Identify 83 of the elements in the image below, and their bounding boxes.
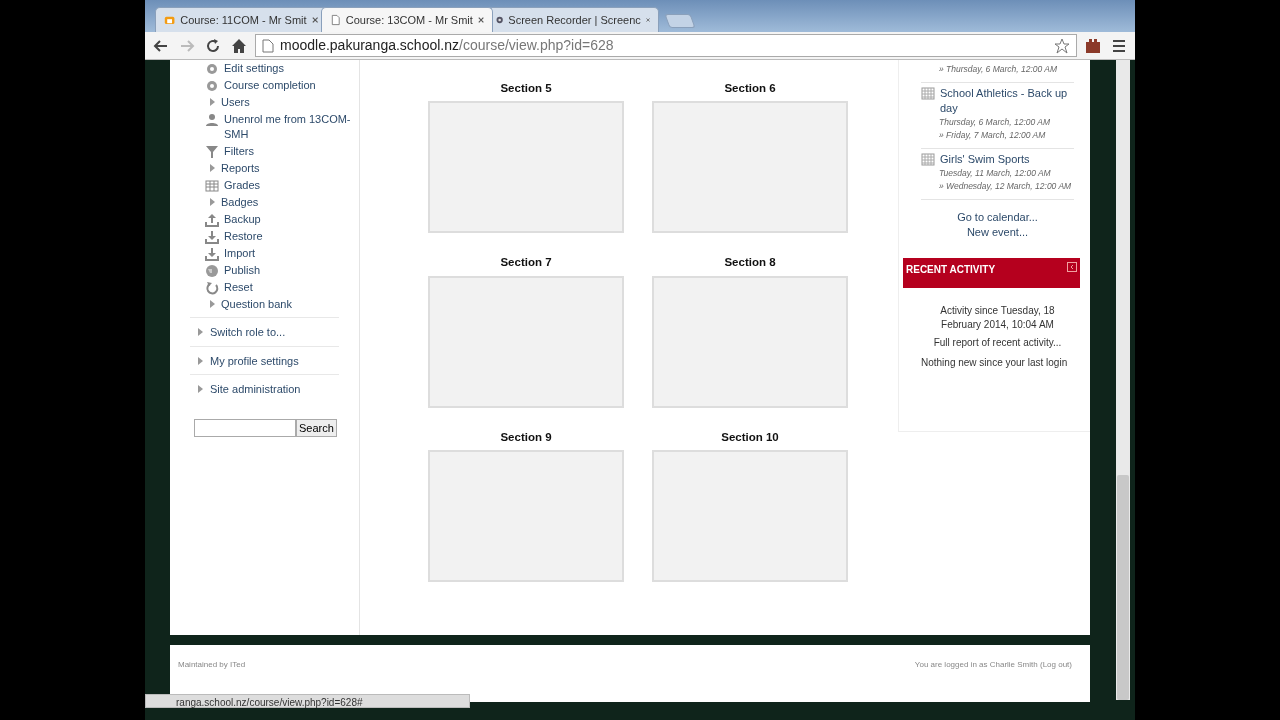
section-tile[interactable] xyxy=(652,275,848,408)
new-tab-button[interactable] xyxy=(664,14,696,28)
grid-icon xyxy=(205,179,219,193)
section-title: Section 8 xyxy=(724,255,776,271)
star-icon[interactable] xyxy=(1054,37,1070,54)
menu-link[interactable]: Reports xyxy=(221,161,260,176)
close-icon[interactable] xyxy=(311,16,318,24)
section-title: Section 7 xyxy=(500,255,552,271)
section-title: Section 5 xyxy=(500,81,552,96)
caret-icon xyxy=(196,383,204,396)
event-link[interactable]: School Athletics - Back up day xyxy=(940,86,1074,116)
address-bar[interactable]: moodle.pakuranga.school.nz/course/view.php?id=628 xyxy=(255,34,1077,57)
collapse-icon[interactable] xyxy=(1067,262,1077,272)
calendar-link[interactable]: Go to calendar... xyxy=(957,211,1038,223)
download-icon xyxy=(205,247,219,261)
caret-icon xyxy=(208,96,216,108)
menu-link[interactable]: Badges xyxy=(221,195,259,210)
status-url: ranga.school.nz/course/view.php?id=628# xyxy=(145,694,470,708)
download-icon xyxy=(205,230,219,244)
menu-link[interactable]: Restore xyxy=(224,229,263,244)
event-date: » Friday, 7 March, 12:00 AM xyxy=(938,129,1047,142)
event-link[interactable]: Girls' Swim Sports xyxy=(940,152,1030,167)
logout-link[interactable]: (Log out) xyxy=(1039,660,1072,669)
section-title: Section 9 xyxy=(500,429,552,445)
menu-link[interactable]: Course completion xyxy=(224,78,316,93)
section-tile[interactable] xyxy=(428,275,624,408)
section-title: Section 10 xyxy=(721,429,779,445)
search-field[interactable] xyxy=(194,418,296,437)
menu-link[interactable]: Filters xyxy=(224,144,254,159)
section-tile[interactable] xyxy=(428,449,624,582)
event-date: » Thursday, 6 March, 12:00 AM xyxy=(938,63,1059,76)
menu-link[interactable]: Import xyxy=(224,246,256,261)
caret-icon xyxy=(196,354,204,367)
globe-icon xyxy=(205,264,219,278)
menu-link[interactable]: Site administration xyxy=(210,381,301,398)
caret-icon xyxy=(208,162,216,174)
caret-icon xyxy=(208,298,216,310)
menu-link[interactable]: Switch role to... xyxy=(210,324,286,341)
menu-link[interactable]: Reset xyxy=(224,280,253,295)
search-button[interactable]: Search xyxy=(296,418,337,437)
caret-icon xyxy=(196,326,204,339)
extension-icon[interactable] xyxy=(1085,37,1101,54)
menu-link[interactable]: Users xyxy=(221,95,250,110)
menu-link[interactable]: Edit settings xyxy=(224,61,284,76)
scrollbar-thumb[interactable] xyxy=(1117,475,1129,700)
calendar-icon xyxy=(921,153,935,166)
menu-link[interactable]: Grades xyxy=(224,178,261,193)
person-icon xyxy=(205,113,219,127)
section-title: Section 6 xyxy=(724,81,776,96)
menu-link[interactable]: Question bank xyxy=(221,297,292,312)
menu-link[interactable]: Unenrol me from 13COM-SMH xyxy=(224,112,359,142)
section-tile[interactable] xyxy=(428,101,624,234)
menu-link[interactable]: Publish xyxy=(224,263,261,278)
full-report-link[interactable]: Full report of recent activity... xyxy=(933,337,1062,348)
caret-icon xyxy=(208,196,216,208)
section-tile[interactable] xyxy=(652,449,848,582)
page-icon xyxy=(330,13,341,27)
login-info: You are logged in as Charlie Smith (Log out) xyxy=(914,659,1072,671)
section-tile[interactable] xyxy=(652,101,848,234)
menu-link[interactable]: My profile settings xyxy=(210,352,299,369)
calendar-link[interactable]: New event... xyxy=(966,226,1029,238)
menu-link[interactable]: Backup xyxy=(224,212,261,227)
browser-tab[interactable]: Course: 13COM - Mr Smit xyxy=(321,7,493,32)
block-title: RECENT ACTIVITY xyxy=(906,263,996,277)
reset-icon xyxy=(205,281,219,295)
menu-icon[interactable] xyxy=(1111,37,1127,54)
close-icon[interactable] xyxy=(477,16,484,24)
activity-since: Activity since Tuesday, 18 February 2014, 10:04 AM xyxy=(939,304,1056,332)
reload-icon[interactable] xyxy=(205,37,221,54)
page-icon xyxy=(262,38,274,53)
home-icon[interactable] xyxy=(231,37,247,54)
filter-icon xyxy=(205,145,219,159)
back-icon[interactable] xyxy=(153,37,169,54)
close-icon[interactable] xyxy=(645,16,650,24)
forward-icon[interactable] xyxy=(179,37,195,54)
maintainer-text: Maintained by ITed xyxy=(178,659,246,671)
event-date: Thursday, 6 March, 12:00 AM xyxy=(938,116,1052,129)
upload-icon xyxy=(205,213,219,227)
gear-icon xyxy=(205,79,219,93)
calendar-icon xyxy=(921,87,935,100)
event-date: » Wednesday, 12 March, 12:00 AM xyxy=(938,180,1073,193)
event-date: Tuesday, 11 March, 12:00 AM xyxy=(938,167,1052,180)
activity-message: Nothing new since your last login xyxy=(921,356,1069,370)
